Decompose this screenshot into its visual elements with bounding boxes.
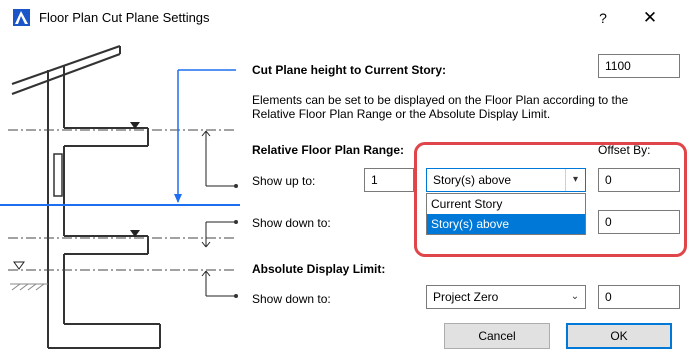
description-line-2: Relative Floor Plan Range or the Absolut… — [252, 107, 551, 121]
app-icon — [13, 9, 30, 26]
show-up-count-input[interactable]: 1 — [364, 168, 414, 192]
absolute-limit-value: Project Zero — [433, 290, 499, 304]
ok-button[interactable]: OK — [566, 323, 672, 349]
show-up-story-value: Story(s) above — [433, 173, 512, 187]
close-button[interactable]: ✕ — [634, 5, 666, 31]
cut-plane-height-input[interactable]: 1100 — [598, 54, 680, 78]
absolute-limit-select[interactable]: Project Zero ⌄ — [426, 285, 586, 309]
offset-by-header: Offset By: — [598, 143, 651, 157]
cut-plane-illustration — [0, 45, 240, 349]
help-button[interactable]: ? — [588, 5, 618, 31]
show-up-offset-input[interactable]: 0 — [598, 168, 680, 192]
dropdown-option-stories-above[interactable]: Story(s) above — [427, 214, 585, 234]
cancel-button[interactable]: Cancel — [444, 323, 550, 349]
title-bar: Floor Plan Cut Plane Settings ? ✕ — [0, 0, 687, 34]
absolute-show-down-label: Show down to: — [252, 292, 331, 306]
floor-plan-cut-plane-dialog: Floor Plan Cut Plane Settings ? ✕ Cut Pl… — [0, 0, 687, 356]
description-line-1: Elements can be set to be displayed on t… — [252, 93, 629, 107]
window-title: Floor Plan Cut Plane Settings — [39, 10, 210, 25]
show-up-to-label: Show up to: — [252, 174, 316, 188]
dropdown-option-current-story[interactable]: Current Story — [427, 194, 585, 214]
relative-range-header: Relative Floor Plan Range: — [252, 143, 405, 157]
absolute-limit-header: Absolute Display Limit: — [252, 262, 386, 276]
show-up-story-select[interactable]: Story(s) above ▾ — [426, 168, 586, 192]
story-dropdown-list: Current Story Story(s) above — [426, 193, 586, 235]
show-down-offset-input[interactable]: 0 — [598, 210, 680, 234]
chevron-down-icon[interactable]: ▾ — [565, 169, 585, 191]
show-down-to-label: Show down to: — [252, 216, 331, 230]
absolute-offset-input[interactable]: 0 — [598, 285, 680, 309]
cut-plane-label: Cut Plane height to Current Story: — [252, 63, 447, 77]
chevron-down-icon[interactable]: ⌄ — [565, 286, 585, 308]
